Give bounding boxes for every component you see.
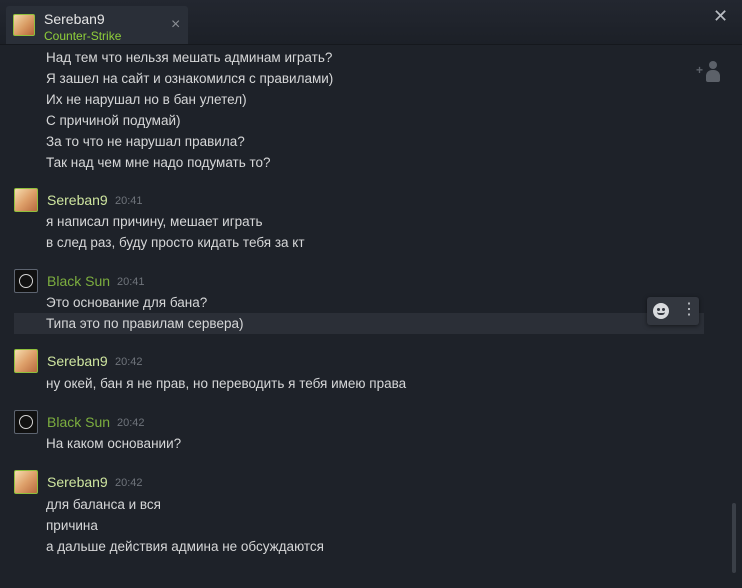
- message-actions: ⋮: [647, 297, 699, 325]
- message-author[interactable]: Sereban9: [47, 353, 108, 369]
- message-line: С причиной подумай): [46, 113, 181, 128]
- avatar[interactable]: [14, 188, 38, 212]
- avatar[interactable]: [14, 470, 38, 494]
- message-line: Их не нарушал но в бан улетел): [46, 92, 247, 107]
- message-line: я написал причину, мешает играть: [46, 214, 263, 229]
- tab-close-icon[interactable]: ×: [171, 16, 180, 34]
- more-options-icon[interactable]: ⋮: [681, 301, 697, 319]
- message-line: Это основание для бана?: [46, 295, 208, 310]
- message-line: в след раз, буду просто кидать тебя за к…: [46, 235, 305, 250]
- message-timestamp: 20:41: [115, 195, 143, 207]
- message-line: На каком основании?: [46, 436, 182, 451]
- chat-title-bar: Sereban9 Counter-Strike × ✕: [0, 0, 742, 45]
- message-line: Над тем что нельзя мешать админам играть…: [46, 50, 333, 65]
- tab-username: Sereban9: [44, 11, 105, 27]
- tab-game-status: Counter-Strike: [44, 29, 122, 43]
- message-line: Я зашел на сайт и ознакомился с правилам…: [46, 71, 334, 86]
- message-author[interactable]: Sereban9: [47, 474, 108, 490]
- window-close-icon[interactable]: ✕: [713, 6, 728, 27]
- avatar[interactable]: [14, 349, 38, 373]
- message-line: За то что не нарушал правила?: [46, 134, 245, 149]
- message-line: Так над чем мне надо подумать то?: [46, 155, 271, 170]
- emoji-reaction-icon[interactable]: [653, 303, 669, 319]
- message-line: причина: [46, 518, 98, 533]
- message-line: ну окей, бан я не прав, но переводить я …: [46, 376, 407, 391]
- message-line: для баланса и вся: [46, 497, 161, 512]
- message-timestamp: 20:42: [117, 417, 145, 429]
- chat-tab-sereban9[interactable]: Sereban9 Counter-Strike ×: [6, 6, 188, 44]
- message-line: Типа это по правилам сервера): [46, 316, 244, 331]
- message-author[interactable]: Black Sun: [47, 273, 110, 289]
- message-line: а дальше действия админа не обсуждаются: [46, 539, 324, 554]
- avatar[interactable]: [14, 410, 38, 434]
- message-author[interactable]: Sereban9: [47, 192, 108, 208]
- message-timestamp: 20:42: [115, 356, 143, 368]
- message-timestamp: 20:41: [117, 276, 145, 288]
- message-timestamp: 20:42: [115, 477, 143, 489]
- avatar[interactable]: [14, 269, 38, 293]
- avatar: [13, 14, 35, 36]
- message-author[interactable]: Black Sun: [47, 414, 110, 430]
- chat-log[interactable]: + Над тем что нельзя мешать админам игра…: [0, 45, 742, 588]
- add-friend-icon[interactable]: +: [696, 59, 722, 85]
- chat-scrollbar[interactable]: [732, 503, 736, 573]
